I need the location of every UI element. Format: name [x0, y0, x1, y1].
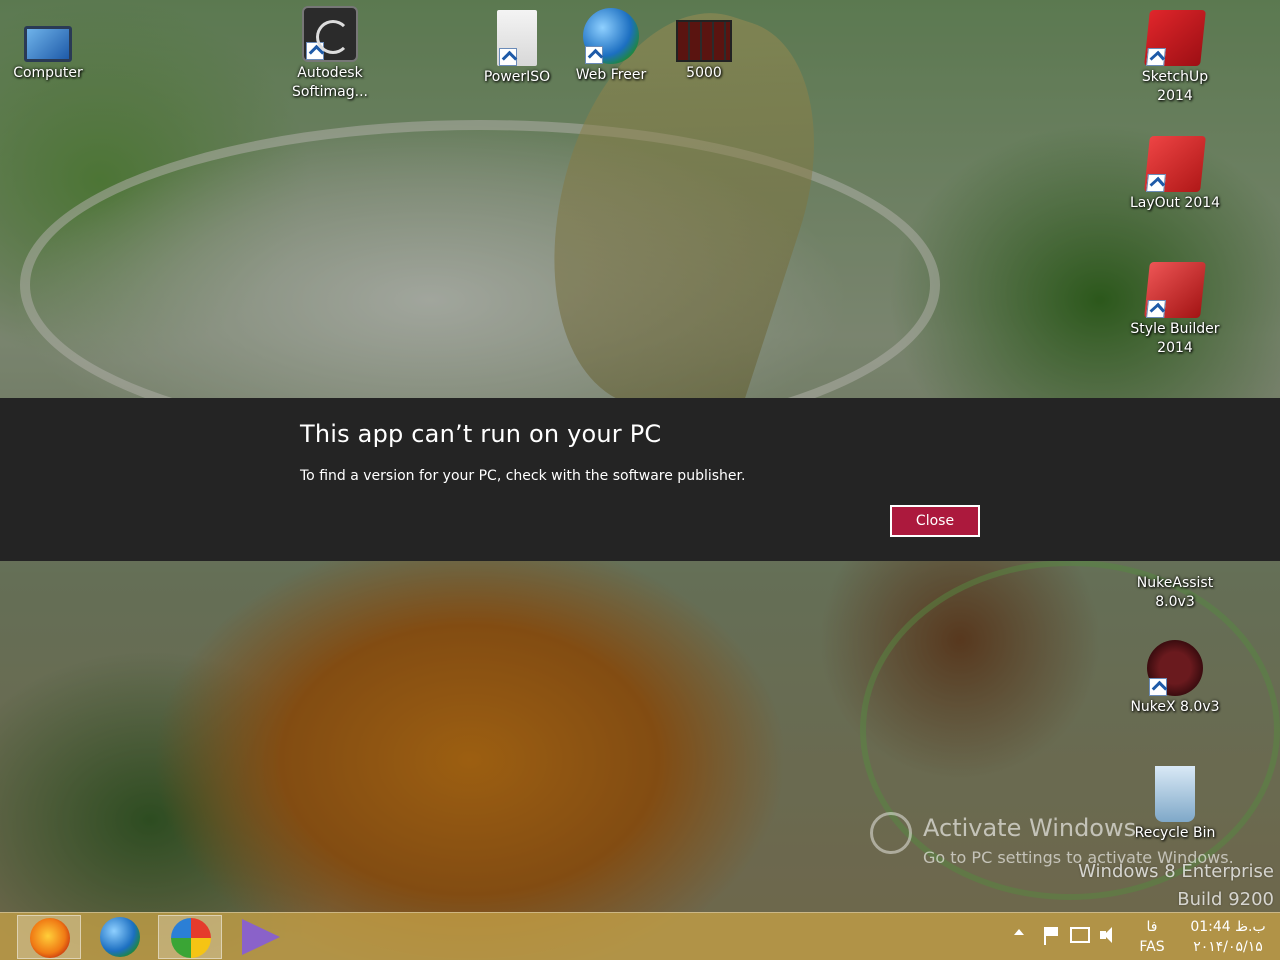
globe-icon — [583, 8, 639, 64]
desktop-icon-label: SketchUp 2014 — [1141, 69, 1209, 104]
layout-icon — [1144, 136, 1206, 192]
desktop-icon-softimage[interactable]: Autodesk Softimag... — [282, 6, 378, 102]
network-icon[interactable] — [1070, 927, 1090, 943]
clock-time: 01:44 ب.ظ — [1190, 919, 1266, 935]
desktop-icon-webfreer[interactable]: Web Freer — [563, 8, 659, 85]
activate-title: Activate Windows — [923, 814, 1137, 842]
download-manager-icon — [171, 918, 211, 958]
close-button[interactable]: Close — [890, 505, 980, 537]
key-icon — [870, 812, 912, 854]
recycle-bin-icon — [1155, 766, 1195, 822]
system-tray: فا FAS 01:44 ب.ظ ۲۰۱۴/۰۵/۱۵ — [1000, 913, 1280, 960]
desktop-icon-recyclebin[interactable]: Recycle Bin — [1127, 766, 1223, 843]
softimage-icon — [302, 6, 358, 62]
dialog-title: This app can’t run on your PC — [300, 420, 662, 448]
volume-icon[interactable] — [1100, 927, 1118, 943]
computer-icon — [24, 26, 72, 62]
shortcut-arrow-icon — [1149, 678, 1167, 696]
windows-edition: Windows 8 Enterprise Build 9200 — [1078, 858, 1274, 914]
globe-icon — [100, 917, 140, 957]
desktop-icon-label: LayOut 2014 — [1129, 195, 1221, 211]
desktop-icon-layout[interactable]: LayOut 2014 — [1127, 136, 1223, 213]
shortcut-arrow-icon — [1146, 48, 1166, 66]
desktop-icon-label: Style Builder 2014 — [1130, 321, 1220, 356]
desktop-icon-stylebuilder[interactable]: Style Builder 2014 — [1127, 262, 1223, 358]
desktop-icon-poweriso[interactable]: PowerISO — [469, 10, 565, 87]
desktop-icon-label: NukeX 8.0v3 — [1130, 699, 1220, 715]
show-hidden-icons-icon[interactable] — [1014, 929, 1024, 935]
action-center-flag-icon[interactable] — [1044, 927, 1060, 945]
taskbar-button-idm[interactable] — [158, 915, 222, 959]
video-folder-icon — [676, 20, 732, 62]
desktop-icon-5000[interactable]: 5000 — [656, 12, 752, 83]
desktop-icon-label: Autodesk Softimag... — [292, 65, 368, 100]
desktop-icon-label: NukeAssist 8.0v3 — [1136, 575, 1214, 610]
file-icon — [497, 10, 537, 66]
edition-name: Windows 8 Enterprise — [1078, 861, 1274, 882]
build-number: Build 9200 — [1177, 889, 1274, 910]
desktop-icon-label: PowerISO — [483, 69, 551, 85]
desktop-icon-label: 5000 — [686, 65, 722, 81]
shortcut-arrow-icon — [1146, 174, 1166, 192]
desktop-icon-computer[interactable]: Computer — [0, 14, 96, 83]
desktop-icon-nukex[interactable]: NukeX 8.0v3 — [1127, 640, 1223, 717]
taskbar-button-visual-studio[interactable] — [228, 915, 292, 959]
visual-studio-icon — [242, 919, 280, 955]
desktop-icon-sketchup[interactable]: SketchUp 2014 — [1127, 10, 1223, 106]
language-indicator[interactable]: فا FAS — [1134, 917, 1170, 957]
shortcut-arrow-icon — [306, 42, 324, 60]
desktop-icon-label: Computer — [13, 65, 83, 81]
desktop-icon-nukeassist[interactable]: NukeAssist 8.0v3 — [1127, 574, 1223, 612]
taskbar-button-firefox[interactable] — [17, 915, 81, 959]
language-code: FAS — [1139, 939, 1165, 955]
app-error-dialog: This app can’t run on your PC To find a … — [0, 398, 1280, 561]
clock-date: ۲۰۱۴/۰۵/۱۵ — [1193, 939, 1263, 955]
dialog-message: To find a version for your PC, check wit… — [300, 468, 746, 484]
desktop-icon-label: Recycle Bin — [1134, 825, 1216, 841]
taskbar-button-webfreer[interactable] — [88, 915, 152, 959]
desktop-icon-label: Web Freer — [575, 67, 647, 83]
firefox-icon — [30, 918, 70, 958]
shortcut-arrow-icon — [585, 46, 603, 64]
language-short: فا — [1146, 919, 1158, 935]
style-builder-icon — [1144, 262, 1206, 318]
shortcut-arrow-icon — [499, 48, 517, 66]
shortcut-arrow-icon — [1146, 300, 1166, 318]
nuke-icon — [1147, 640, 1203, 696]
taskbar: فا FAS 01:44 ب.ظ ۲۰۱۴/۰۵/۱۵ — [0, 912, 1280, 960]
clock[interactable]: 01:44 ب.ظ ۲۰۱۴/۰۵/۱۵ — [1180, 917, 1276, 957]
sketchup-icon — [1144, 10, 1206, 66]
